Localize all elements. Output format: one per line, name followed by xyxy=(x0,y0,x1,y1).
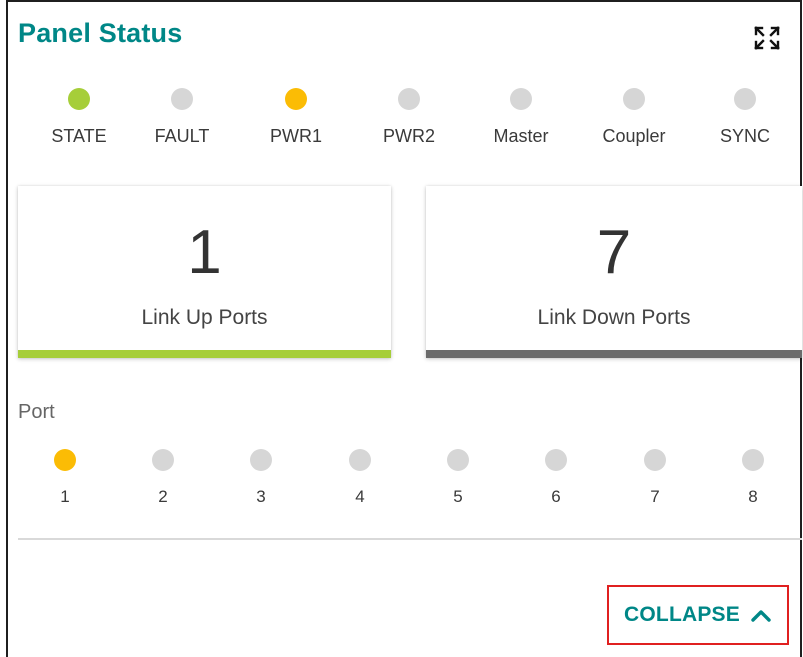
port-label: 2 xyxy=(158,487,168,506)
port-label: 1 xyxy=(60,487,70,506)
port-led-row: 1 2 3 4 5 6 7 8 xyxy=(18,449,798,519)
led-dot xyxy=(398,88,420,110)
port-dot xyxy=(250,449,272,471)
port-dot xyxy=(447,449,469,471)
status-led-row: STATE FAULT PWR1 PWR2 Master Coupler SYN… xyxy=(18,88,798,158)
port-item: 8 xyxy=(733,449,773,507)
port-item: 1 xyxy=(45,449,85,507)
port-dot xyxy=(54,449,76,471)
port-dot xyxy=(644,449,666,471)
link-up-bar xyxy=(18,350,391,358)
led-coupler: Coupler xyxy=(584,88,684,147)
port-label: 6 xyxy=(551,487,561,506)
led-state: STATE xyxy=(29,88,129,147)
led-label: PWR2 xyxy=(382,126,435,146)
port-dot xyxy=(545,449,567,471)
link-up-count: 1 xyxy=(187,218,222,287)
port-dot xyxy=(349,449,371,471)
port-item: 7 xyxy=(635,449,675,507)
fullscreen-icon[interactable] xyxy=(752,24,782,52)
led-pwr2: PWR2 xyxy=(359,88,459,147)
port-item: 2 xyxy=(143,449,183,507)
port-item: 3 xyxy=(241,449,281,507)
led-label: STATE xyxy=(51,126,107,146)
led-label: SYNC xyxy=(719,126,770,146)
port-item: 6 xyxy=(536,449,576,507)
led-dot xyxy=(285,88,307,110)
link-down-label: Link Down Ports xyxy=(537,306,691,329)
led-dot xyxy=(734,88,756,110)
port-label: 7 xyxy=(650,487,660,506)
link-up-label: Link Up Ports xyxy=(141,306,268,329)
led-master: Master xyxy=(471,88,571,147)
port-label: 8 xyxy=(748,487,758,506)
led-dot xyxy=(171,88,193,110)
port-item: 5 xyxy=(438,449,478,507)
port-item: 4 xyxy=(340,449,380,507)
port-dot xyxy=(742,449,764,471)
led-dot xyxy=(510,88,532,110)
led-dot xyxy=(68,88,90,110)
divider xyxy=(18,538,802,540)
port-label: 3 xyxy=(256,487,266,506)
link-down-count: 7 xyxy=(596,218,632,287)
port-dot xyxy=(152,449,174,471)
led-label: FAULT xyxy=(154,126,210,146)
port-label: 4 xyxy=(355,487,365,506)
led-dot xyxy=(623,88,645,110)
port-label: 5 xyxy=(453,487,463,506)
link-up-ports-card: 1 Link Up Ports xyxy=(18,186,391,358)
link-down-bar xyxy=(426,350,802,358)
port-section-title: Port xyxy=(18,401,55,423)
led-label: PWR1 xyxy=(269,126,322,146)
led-label: Master xyxy=(493,126,549,146)
link-down-ports-card: 7 Link Down Ports xyxy=(426,186,802,358)
led-sync: SYNC xyxy=(695,88,795,147)
chevron-up-icon xyxy=(751,610,771,622)
led-fault: FAULT xyxy=(132,88,232,147)
led-pwr1: PWR1 xyxy=(246,88,346,147)
collapse-label: COLLAPSE xyxy=(624,603,740,626)
led-label: Coupler xyxy=(602,126,666,146)
panel-title: Panel Status xyxy=(18,18,183,48)
collapse-button[interactable]: COLLAPSE xyxy=(607,585,789,645)
